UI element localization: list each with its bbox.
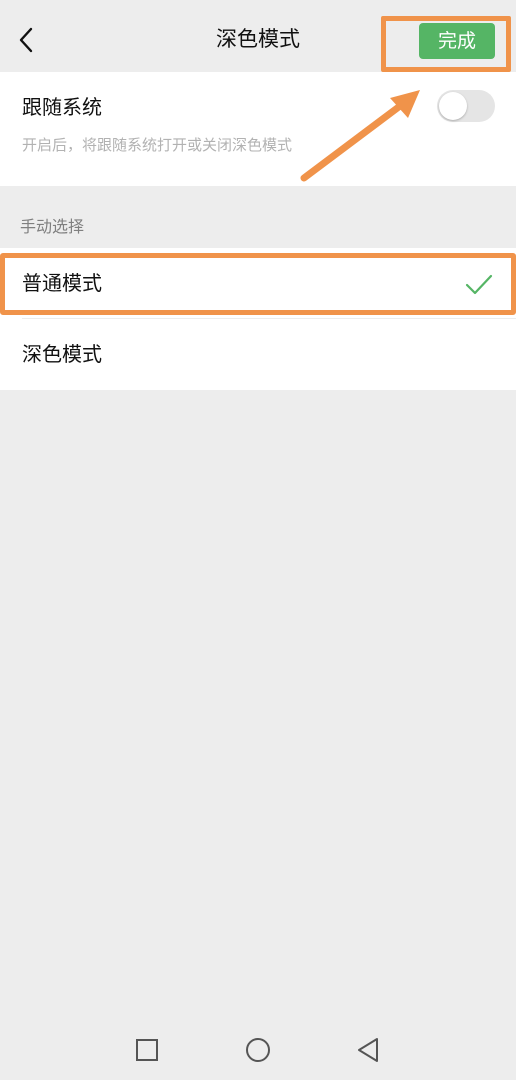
option-normal-mode[interactable]: 普通模式	[0, 248, 516, 319]
toggle-knob	[439, 92, 467, 120]
checkmark-icon	[465, 274, 493, 295]
option-label: 普通模式	[22, 271, 102, 295]
follow-system-toggle[interactable]	[437, 90, 495, 122]
recent-apps-icon	[136, 1039, 158, 1061]
home-button[interactable]	[240, 1032, 276, 1068]
home-icon	[246, 1038, 270, 1062]
system-back-button[interactable]	[350, 1032, 386, 1068]
manual-select-header: 手动选择	[20, 217, 85, 236]
back-triangle-icon	[358, 1038, 378, 1062]
system-navigation-bar	[0, 1020, 516, 1080]
follow-system-description: 开启后，将跟随系统打开或关闭深色模式	[22, 136, 293, 154]
option-label: 深色模式	[22, 342, 102, 366]
option-dark-mode[interactable]: 深色模式	[0, 319, 516, 390]
follow-system-section: 跟随系统 开启后，将跟随系统打开或关闭深色模式	[0, 72, 516, 186]
recent-apps-button[interactable]	[129, 1032, 165, 1068]
done-button[interactable]: 完成	[419, 23, 495, 59]
mode-option-list: 普通模式 深色模式	[0, 248, 516, 390]
navigation-bar: 深色模式 完成	[0, 0, 516, 72]
follow-system-label: 跟随系统	[22, 95, 102, 119]
